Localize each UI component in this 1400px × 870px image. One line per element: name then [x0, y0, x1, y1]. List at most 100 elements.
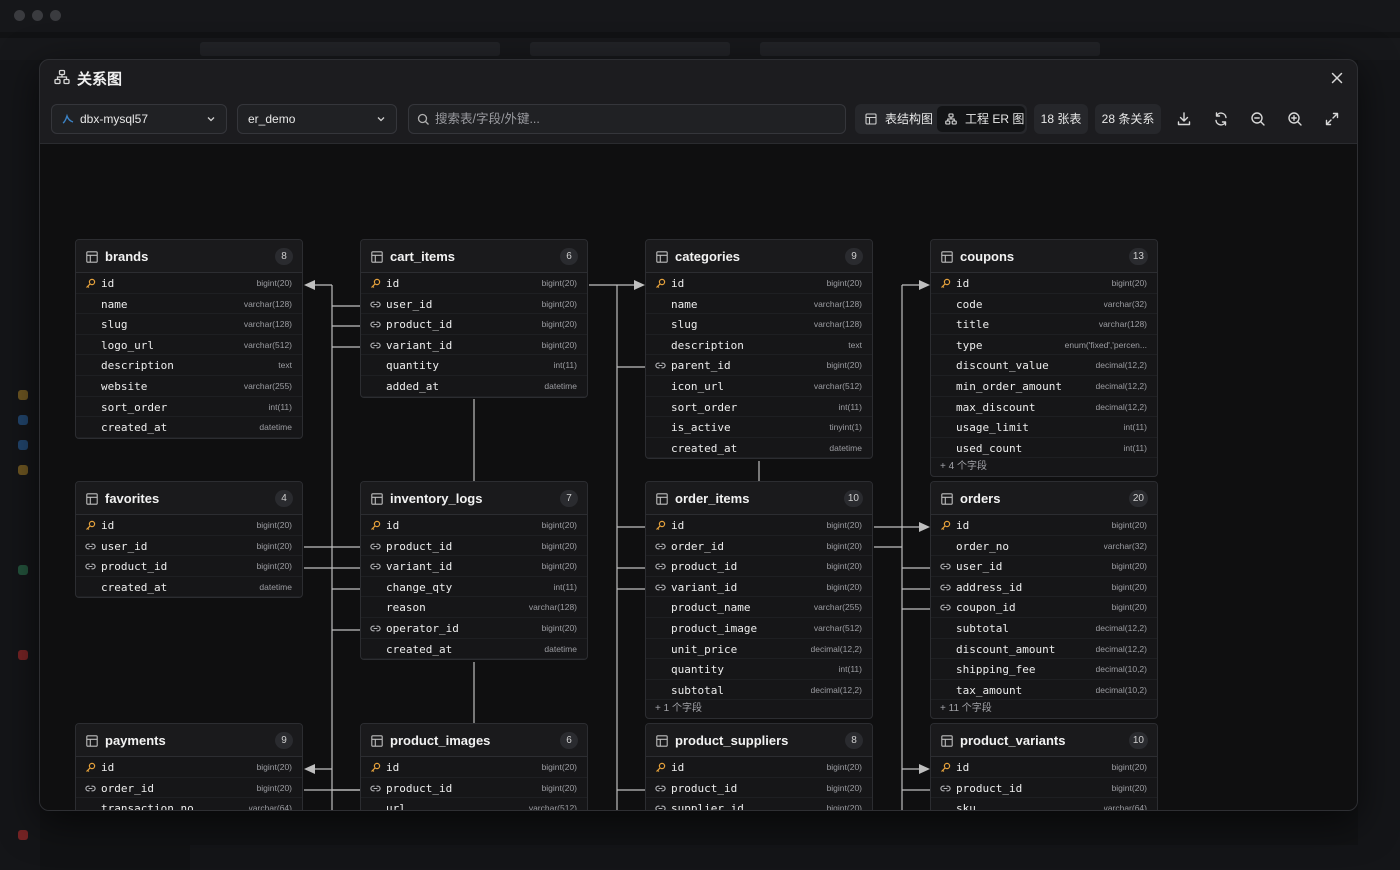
field-row[interactable]: variant_id bigint(20)	[361, 556, 587, 577]
field-row[interactable]: product_id bigint(20)	[931, 778, 1157, 799]
field-row[interactable]: title varchar(128)	[931, 314, 1157, 335]
field-row[interactable]: sort_order int(11)	[76, 397, 302, 418]
field-row[interactable]: product_id bigint(20)	[646, 556, 872, 577]
more-fields-link[interactable]: + 1 个字段	[646, 700, 872, 718]
tab-table-structure[interactable]: 表结构图	[857, 106, 935, 132]
field-row[interactable]: max_discount decimal(12,2)	[931, 397, 1157, 418]
field-row[interactable]: slug varchar(128)	[646, 314, 872, 335]
field-row[interactable]: url varchar(512)	[361, 798, 587, 810]
field-row[interactable]: subtotal decimal(12,2)	[646, 680, 872, 701]
field-row[interactable]: id bigint(20)	[361, 515, 587, 536]
field-row[interactable]: product_id bigint(20)	[361, 778, 587, 799]
field-row[interactable]: used_count int(11)	[931, 438, 1157, 459]
field-row[interactable]: quantity int(11)	[646, 659, 872, 680]
field-row[interactable]: address_id bigint(20)	[931, 577, 1157, 598]
field-row[interactable]: user_id bigint(20)	[76, 536, 302, 557]
search-input[interactable]	[435, 105, 835, 133]
field-row[interactable]: product_id bigint(20)	[361, 536, 587, 557]
field-row[interactable]: id bigint(20)	[646, 757, 872, 778]
table-card-favorites[interactable]: favorites 4 id bigint(20) user_id bigint(20) p…	[75, 481, 303, 599]
zoom-in-icon[interactable]	[1287, 111, 1303, 127]
zoom-out-icon[interactable]	[1250, 111, 1266, 127]
table-card-product-suppliers[interactable]: product_suppliers 8 id bigint(20) product_id…	[645, 723, 873, 810]
table-card-payments[interactable]: payments 9 id bigint(20) order_id bigint(20) t…	[75, 723, 303, 810]
connection-select[interactable]: dbx-mysql57	[51, 104, 227, 134]
field-row[interactable]: added_at datetime	[361, 376, 587, 397]
field-row[interactable]: parent_id bigint(20)	[646, 355, 872, 376]
table-card-product-variants[interactable]: product_variants 10 id bigint(20) product_id…	[930, 723, 1158, 810]
field-row[interactable]: icon_url varchar(512)	[646, 376, 872, 397]
field-row[interactable]: product_id bigint(20)	[361, 314, 587, 335]
refresh-icon[interactable]	[1213, 111, 1229, 127]
field-row[interactable]: created_at datetime	[76, 417, 302, 438]
table-card-categories[interactable]: categories 9 id bigint(20) name varchar(128) s…	[645, 239, 873, 460]
table-card-product-images[interactable]: product_images 6 id bigint(20) product_id big…	[360, 723, 588, 810]
field-row[interactable]: user_id bigint(20)	[931, 556, 1157, 577]
close-icon[interactable]	[1329, 70, 1345, 86]
table-card-cart-items[interactable]: cart_items 6 id bigint(20) user_id bigint(20)…	[360, 239, 588, 398]
field-row[interactable]: id bigint(20)	[931, 515, 1157, 536]
field-row[interactable]: reason varchar(128)	[361, 597, 587, 618]
tab-er-diagram[interactable]: 工程 ER 图	[937, 106, 1025, 132]
field-row[interactable]: product_name varchar(255)	[646, 597, 872, 618]
table-card-brands[interactable]: brands 8 id bigint(20) name varchar(128) slug v…	[75, 239, 303, 439]
table-card-orders[interactable]: orders 20 id bigint(20) order_no varchar(32) u…	[930, 481, 1158, 720]
field-row[interactable]: discount_value decimal(12,2)	[931, 355, 1157, 376]
field-row[interactable]: website varchar(255)	[76, 376, 302, 397]
field-row[interactable]: sort_order int(11)	[646, 397, 872, 418]
field-row[interactable]: name varchar(128)	[646, 294, 872, 315]
expand-icon[interactable]	[1324, 111, 1340, 127]
er-canvas[interactable]: brands 8 id bigint(20) name varchar(128) slug v…	[40, 143, 1357, 810]
field-row[interactable]: order_id bigint(20)	[646, 536, 872, 557]
field-row[interactable]: operator_id bigint(20)	[361, 618, 587, 639]
field-row[interactable]: product_id bigint(20)	[76, 556, 302, 577]
field-row[interactable]: supplier_id bigint(20)	[646, 798, 872, 810]
field-row[interactable]: id bigint(20)	[76, 515, 302, 536]
field-row[interactable]: transaction_no varchar(64)	[76, 798, 302, 810]
field-row[interactable]: unit_price decimal(12,2)	[646, 639, 872, 660]
table-card-coupons[interactable]: coupons 13 id bigint(20) code varchar(32) titl…	[930, 239, 1158, 478]
field-row[interactable]: change_qty int(11)	[361, 577, 587, 598]
field-row[interactable]: description text	[646, 335, 872, 356]
field-row[interactable]: discount_amount decimal(12,2)	[931, 639, 1157, 660]
field-row[interactable]: tax_amount decimal(10,2)	[931, 680, 1157, 701]
field-row[interactable]: created_at datetime	[361, 639, 587, 660]
field-row[interactable]: quantity int(11)	[361, 355, 587, 376]
field-row[interactable]: id bigint(20)	[931, 273, 1157, 294]
field-row[interactable]: order_no varchar(32)	[931, 536, 1157, 557]
field-row[interactable]: id bigint(20)	[361, 757, 587, 778]
table-card-inventory-logs[interactable]: inventory_logs 7 id bigint(20) product_id big…	[360, 481, 588, 661]
database-select[interactable]: er_demo	[237, 104, 397, 134]
field-row[interactable]: usage_limit int(11)	[931, 417, 1157, 438]
field-row[interactable]: order_id bigint(20)	[76, 778, 302, 799]
more-fields-link[interactable]: + 11 个字段	[931, 700, 1157, 718]
field-row[interactable]: name varchar(128)	[76, 294, 302, 315]
field-row[interactable]: id bigint(20)	[76, 757, 302, 778]
field-row[interactable]: slug varchar(128)	[76, 314, 302, 335]
field-row[interactable]: type enum('fixed','percen...	[931, 335, 1157, 356]
field-row[interactable]: subtotal decimal(12,2)	[931, 618, 1157, 639]
field-row[interactable]: description text	[76, 355, 302, 376]
field-row[interactable]: user_id bigint(20)	[361, 294, 587, 315]
field-row[interactable]: logo_url varchar(512)	[76, 335, 302, 356]
field-row[interactable]: id bigint(20)	[646, 515, 872, 536]
field-row[interactable]: code varchar(32)	[931, 294, 1157, 315]
table-card-order-items[interactable]: order_items 10 id bigint(20) order_id bigint(…	[645, 481, 873, 720]
field-row[interactable]: id bigint(20)	[76, 273, 302, 294]
field-row[interactable]: is_active tinyint(1)	[646, 417, 872, 438]
field-row[interactable]: shipping_fee decimal(10,2)	[931, 659, 1157, 680]
field-row[interactable]: product_image varchar(512)	[646, 618, 872, 639]
download-icon[interactable]	[1176, 111, 1192, 127]
field-row[interactable]: id bigint(20)	[931, 757, 1157, 778]
more-fields-link[interactable]: + 4 个字段	[931, 458, 1157, 476]
field-row[interactable]: id bigint(20)	[361, 273, 587, 294]
field-row[interactable]: product_id bigint(20)	[646, 778, 872, 799]
field-row[interactable]: created_at datetime	[646, 438, 872, 459]
field-row[interactable]: sku varchar(64)	[931, 798, 1157, 810]
field-row[interactable]: coupon_id bigint(20)	[931, 597, 1157, 618]
field-row[interactable]: variant_id bigint(20)	[361, 335, 587, 356]
field-row[interactable]: created_at datetime	[76, 577, 302, 598]
field-row[interactable]: min_order_amount decimal(12,2)	[931, 376, 1157, 397]
field-row[interactable]: id bigint(20)	[646, 273, 872, 294]
field-row[interactable]: variant_id bigint(20)	[646, 577, 872, 598]
